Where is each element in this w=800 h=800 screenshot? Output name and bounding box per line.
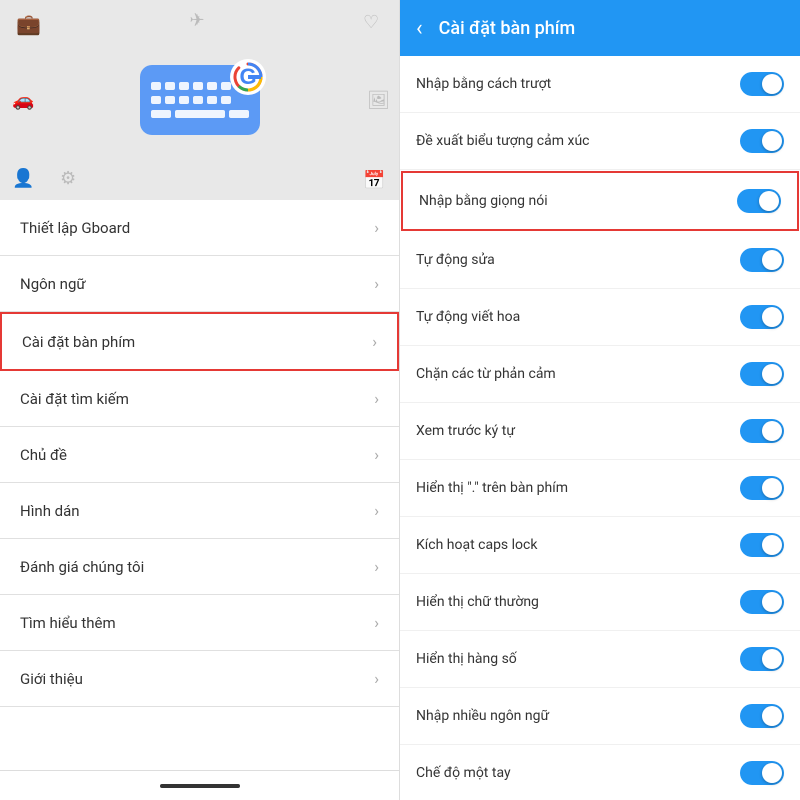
chevron-icon: › [374, 613, 379, 632]
menu-item-label: Cài đặt tìm kiếm [20, 390, 129, 408]
right-header: ‹ Cài đặt bàn phím [400, 0, 800, 56]
menu-item-label: Ngôn ngữ [20, 275, 86, 293]
chevron-icon: › [374, 557, 379, 576]
chevron-icon: › [374, 389, 379, 408]
chevron-icon: › [374, 218, 379, 237]
menu-item-hinh-dan[interactable]: Hình dán › [0, 483, 399, 539]
setting-nhap-truot[interactable]: Nhập bằng cách trượt [400, 56, 800, 113]
menu-item-ngon-ngu[interactable]: Ngôn ngữ › [0, 256, 399, 312]
menu-item-cai-dat-tim-kiem[interactable]: Cài đặt tìm kiếm › [0, 371, 399, 427]
setting-caps-lock[interactable]: Kích hoạt caps lock [400, 517, 800, 574]
setting-label: Xem trước ký tự [416, 423, 740, 439]
gboard-header: 💼 ✈ ♡ 🚗 🖼 👤 ⚙ 📅 🎤 [0, 0, 399, 200]
setting-label: Nhập bằng giọng nói [419, 193, 737, 209]
settings-sm-icon: ⚙ [60, 168, 80, 188]
setting-label: Tự động viết hoa [416, 309, 740, 325]
setting-label: Nhập bằng cách trượt [416, 76, 740, 92]
setting-label: Hiển thị chữ thường [416, 594, 740, 610]
setting-nhap-giong-noi[interactable]: Nhập bằng giọng nói [401, 171, 799, 231]
page-title: Cài đặt bàn phím [439, 18, 576, 39]
toggle-caps-lock[interactable] [740, 533, 784, 557]
setting-hien-thi-cham[interactable]: Hiển thị "." trên bàn phím [400, 460, 800, 517]
back-button[interactable]: ‹ [416, 16, 423, 41]
calendar-icon: 📅 [363, 170, 383, 190]
home-bar [0, 770, 399, 800]
setting-che-do-mot-tay[interactable]: Chế độ một tay [400, 745, 800, 800]
chevron-icon: › [374, 274, 379, 293]
left-menu-list: Thiết lập Gboard › Ngôn ngữ › Cài đặt bà… [0, 200, 399, 770]
toggle-hien-thi-cham[interactable] [740, 476, 784, 500]
plane-icon: ✈ [190, 10, 210, 30]
setting-label: Nhập nhiều ngôn ngữ [416, 708, 740, 724]
chevron-icon: › [374, 445, 379, 464]
setting-label: Kích hoạt caps lock [416, 537, 740, 553]
setting-chan-cac-tu[interactable]: Chặn các từ phản cảm [400, 346, 800, 403]
setting-label: Đề xuất biểu tượng cảm xúc [416, 133, 740, 149]
chevron-icon: › [374, 669, 379, 688]
car-icon: 🚗 [12, 90, 32, 110]
menu-item-tim-hieu[interactable]: Tìm hiểu thêm › [0, 595, 399, 651]
setting-hien-thi-hang-so[interactable]: Hiển thị hàng số [400, 631, 800, 688]
setting-label: Chặn các từ phản cảm [416, 366, 740, 382]
toggle-xem-truoc[interactable] [740, 419, 784, 443]
toggle-hien-thi-hang-so[interactable] [740, 647, 784, 671]
menu-item-gioi-thieu[interactable]: Giới thiệu › [0, 651, 399, 707]
menu-item-label: Thiết lập Gboard [20, 219, 130, 237]
toggle-nhap-truot[interactable] [740, 72, 784, 96]
menu-item-thiet-lap[interactable]: Thiết lập Gboard › [0, 200, 399, 256]
toggle-che-do-mot-tay[interactable] [740, 761, 784, 785]
chevron-icon: › [374, 501, 379, 520]
setting-tu-dong-viet-hoa[interactable]: Tự động viết hoa [400, 289, 800, 346]
toggle-nhap-giong-noi[interactable] [737, 189, 781, 213]
menu-item-label: Giới thiệu [20, 670, 83, 688]
chevron-icon: › [372, 332, 377, 351]
right-panel: ‹ Cài đặt bàn phím Nhập bằng cách trượt … [400, 0, 800, 800]
heart-icon: ♡ [363, 12, 383, 32]
toggle-chan-cac-tu[interactable] [740, 362, 784, 386]
left-panel: 💼 ✈ ♡ 🚗 🖼 👤 ⚙ 📅 🎤 [0, 0, 400, 800]
setting-xem-truoc[interactable]: Xem trước ký tự [400, 403, 800, 460]
menu-item-label: Hình dán [20, 502, 80, 520]
home-indicator [160, 784, 240, 788]
toggle-tu-dong-viet-hoa[interactable] [740, 305, 784, 329]
image-icon: 🖼 [367, 90, 387, 110]
menu-item-chu-de[interactable]: Chủ đề › [0, 427, 399, 483]
menu-item-label: Tìm hiểu thêm [20, 614, 116, 632]
toggle-hien-thi-chu-thuong[interactable] [740, 590, 784, 614]
menu-item-label: Đánh giá chúng tôi [20, 558, 144, 576]
toggle-de-xuat[interactable] [740, 129, 784, 153]
setting-label: Chế độ một tay [416, 765, 740, 781]
briefcase-icon: 💼 [16, 12, 36, 32]
setting-label: Tự động sửa [416, 252, 740, 268]
menu-item-label: Cài đặt bàn phím [22, 333, 135, 351]
setting-de-xuat[interactable]: Đề xuất biểu tượng cảm xúc [400, 113, 800, 170]
setting-nhap-nhieu-ngon-ngu[interactable]: Nhập nhiều ngôn ngữ [400, 688, 800, 745]
menu-item-label: Chủ đề [20, 446, 67, 464]
google-g-logo: G [228, 57, 268, 97]
keyboard-logo: G [140, 65, 260, 135]
setting-hien-thi-chu-thuong[interactable]: Hiển thị chữ thường [400, 574, 800, 631]
settings-list: Nhập bằng cách trượt Đề xuất biểu tượng … [400, 56, 800, 800]
menu-item-danh-gia[interactable]: Đánh giá chúng tôi › [0, 539, 399, 595]
setting-label: Hiển thị hàng số [416, 651, 740, 667]
setting-tu-dong-sua[interactable]: Tự động sửa [400, 232, 800, 289]
person-icon: 👤 [12, 168, 32, 188]
toggle-tu-dong-sua[interactable] [740, 248, 784, 272]
setting-label: Hiển thị "." trên bàn phím [416, 480, 740, 496]
menu-item-cai-dat-ban-phim[interactable]: Cài đặt bàn phím › [0, 312, 399, 371]
toggle-nhap-nhieu-ngon-ngu[interactable] [740, 704, 784, 728]
